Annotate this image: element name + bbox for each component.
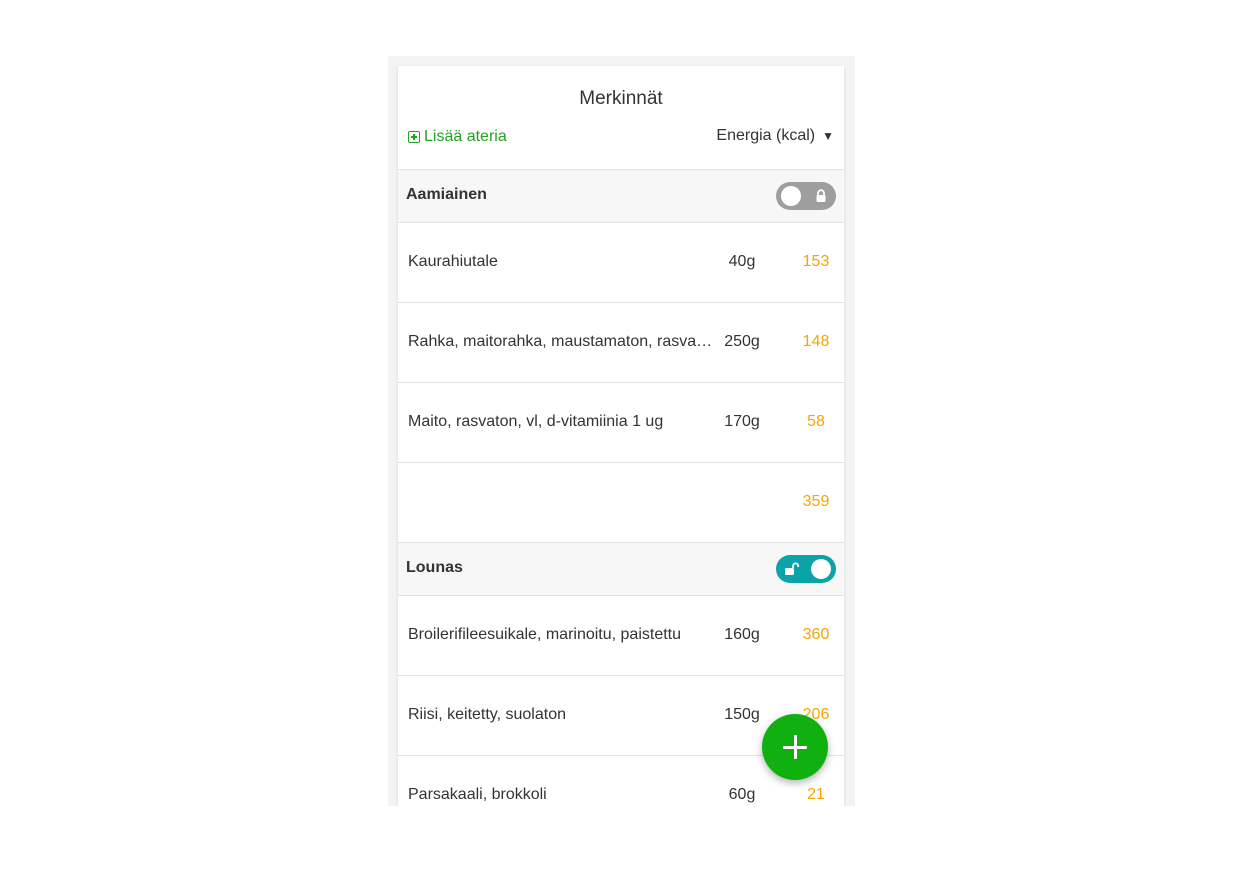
food-amount: 60g [728,786,756,803]
entries-header: Merkinnät Lisää ateria Energia (kcal) ▼ [398,66,844,170]
food-amount: 170g [724,413,760,430]
app-screen: Merkinnät Lisää ateria Energia (kcal) ▼ … [388,56,855,806]
energy-unit-dropdown[interactable]: Energia (kcal) ▼ [716,127,834,145]
food-kcal: 58 [807,413,825,430]
meal-total-kcal: 359 [802,493,830,510]
meal-lock-toggle[interactable] [776,555,836,583]
plus-square-icon [408,131,420,143]
food-name: Kaurahiutale [408,253,498,270]
food-name: Riisi, keitetty, suolaton [408,706,566,723]
meal-lock-toggle[interactable] [776,182,836,210]
food-kcal: 21 [807,786,825,803]
lock-icon [816,189,826,202]
food-name: Maito, rasvaton, vl, d-vitamiinia 1 ug [408,413,664,430]
food-row[interactable]: Maito, rasvaton, vl, d-vitamiinia 1 ug 1… [398,383,844,463]
food-kcal: 360 [802,626,830,643]
unlock-icon [785,562,800,575]
food-name: Broilerifileesuikale, marinoitu, paistet… [408,626,682,643]
meal-total-row: 359 [398,463,844,543]
food-row[interactable]: Kaurahiutale 40g 153 [398,223,844,303]
food-name: Parsakaali, brokkoli [408,786,547,803]
toggle-knob [811,559,831,579]
food-amount: 160g [724,626,760,643]
meal-header-breakfast: Aamiainen [398,170,844,223]
meal-title: Aamiainen [406,186,487,203]
entries-card: Merkinnät Lisää ateria Energia (kcal) ▼ … [398,66,844,806]
meal-header-lunch: Lounas [398,543,844,596]
energy-unit-label: Energia (kcal) [716,127,816,144]
food-kcal: 153 [802,253,830,270]
food-row[interactable]: Broilerifileesuikale, marinoitu, paistet… [398,596,844,676]
food-name: Rahka, maitorahka, maustamaton, rasvaton [408,333,713,350]
add-entry-fab[interactable] [762,714,828,780]
food-amount: 250g [724,333,760,350]
caret-down-icon: ▼ [822,129,834,143]
meal-title: Lounas [406,559,463,576]
toggle-knob [781,186,801,206]
add-meal-label: Lisää ateria [424,128,507,145]
food-row[interactable]: Rahka, maitorahka, maustamaton, rasvaton… [398,303,844,383]
food-amount: 40g [728,253,756,270]
food-kcal: 148 [802,333,830,350]
add-meal-button[interactable]: Lisää ateria [408,128,507,146]
page-title: Merkinnät [579,88,663,109]
food-amount: 150g [724,706,760,723]
